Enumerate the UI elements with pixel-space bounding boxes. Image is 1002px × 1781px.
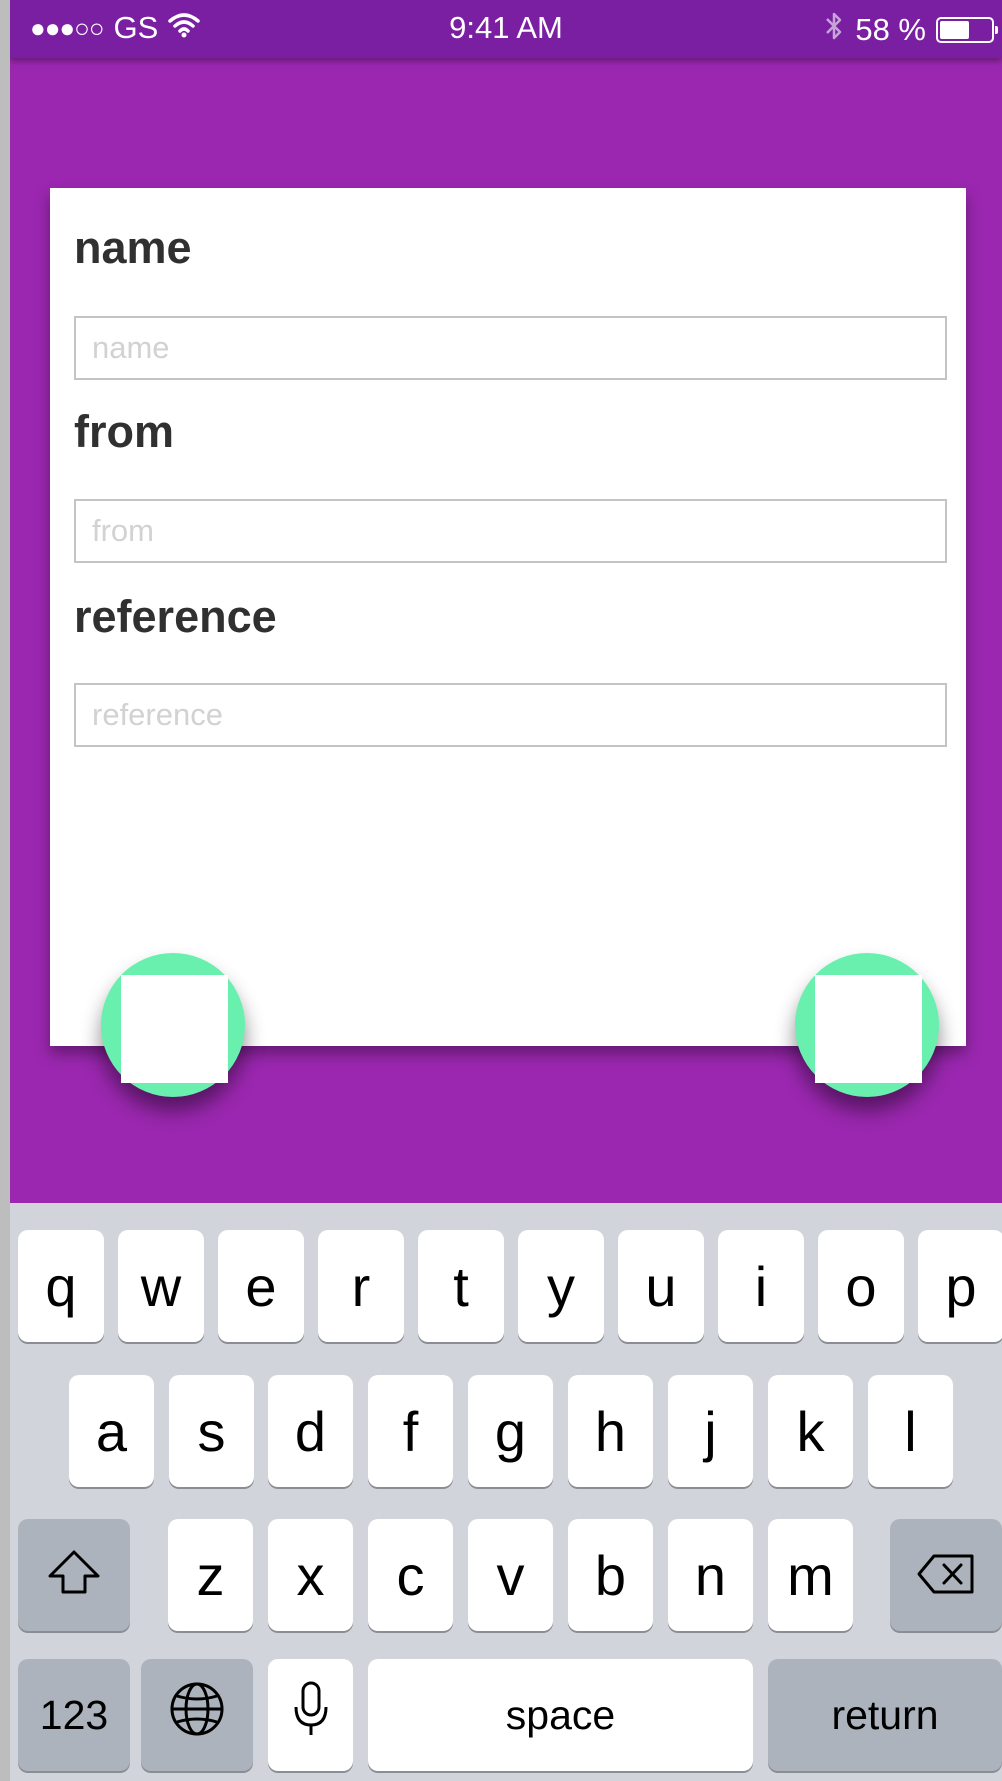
key-i[interactable]: i [718, 1230, 804, 1342]
key-u[interactable]: u [618, 1230, 704, 1342]
left-action-placeholder-icon [121, 975, 228, 1083]
key-a[interactable]: a [69, 1375, 154, 1487]
bluetooth-icon [823, 10, 845, 50]
microphone-icon [293, 1680, 329, 1751]
status-bar: ●●●○○ GS 9:41 AM 58 % [10, 0, 1002, 58]
key-r[interactable]: r [318, 1230, 404, 1342]
key-h[interactable]: h [568, 1375, 653, 1487]
battery-level [940, 21, 969, 39]
key-m[interactable]: m [768, 1519, 853, 1631]
key-v[interactable]: v [468, 1519, 553, 1631]
key-l[interactable]: l [868, 1375, 953, 1487]
right-action-placeholder-icon [815, 975, 922, 1083]
backspace-icon [916, 1543, 976, 1608]
key-o[interactable]: o [818, 1230, 904, 1342]
name-input[interactable] [74, 316, 947, 380]
key-t[interactable]: t [418, 1230, 504, 1342]
status-right: 58 % [823, 10, 998, 50]
name-label: name [74, 222, 192, 273]
key-z[interactable]: z [168, 1519, 253, 1631]
key-f[interactable]: f [368, 1375, 453, 1487]
key-w[interactable]: w [118, 1230, 204, 1342]
key-d[interactable]: d [268, 1375, 353, 1487]
key-q[interactable]: q [18, 1230, 104, 1342]
key-j[interactable]: j [668, 1375, 753, 1487]
space-key[interactable]: space [368, 1659, 753, 1771]
right-action-button[interactable] [795, 953, 939, 1097]
microphone-key[interactable] [268, 1659, 353, 1771]
numbers-key[interactable]: 123 [18, 1659, 130, 1771]
battery-icon [936, 17, 998, 43]
globe-icon [169, 1681, 225, 1750]
left-action-button[interactable] [101, 953, 245, 1097]
key-y[interactable]: y [518, 1230, 604, 1342]
battery-percent: 58 % [855, 12, 926, 47]
key-x[interactable]: x [268, 1519, 353, 1631]
from-label: from [74, 406, 174, 457]
reference-label: reference [74, 591, 277, 642]
key-n[interactable]: n [668, 1519, 753, 1631]
app-screen: ●●●○○ GS 9:41 AM 58 % name name from fro… [10, 0, 1002, 1781]
key-p[interactable]: p [918, 1230, 1002, 1342]
key-g[interactable]: g [468, 1375, 553, 1487]
return-key[interactable]: return [768, 1659, 1002, 1771]
key-b[interactable]: b [568, 1519, 653, 1631]
keyboard: q w e r t y u i o p a s d f g h j k l z … [10, 1203, 1002, 1781]
shift-key[interactable] [18, 1519, 130, 1631]
from-input[interactable] [74, 499, 947, 563]
backspace-key[interactable] [890, 1519, 1002, 1631]
globe-key[interactable] [141, 1659, 253, 1771]
shift-icon [47, 1543, 101, 1608]
key-k[interactable]: k [768, 1375, 853, 1487]
form-card: name from reference [50, 188, 966, 1046]
key-c[interactable]: c [368, 1519, 453, 1631]
key-e[interactable]: e [218, 1230, 304, 1342]
reference-input[interactable] [74, 683, 947, 747]
key-s[interactable]: s [169, 1375, 254, 1487]
